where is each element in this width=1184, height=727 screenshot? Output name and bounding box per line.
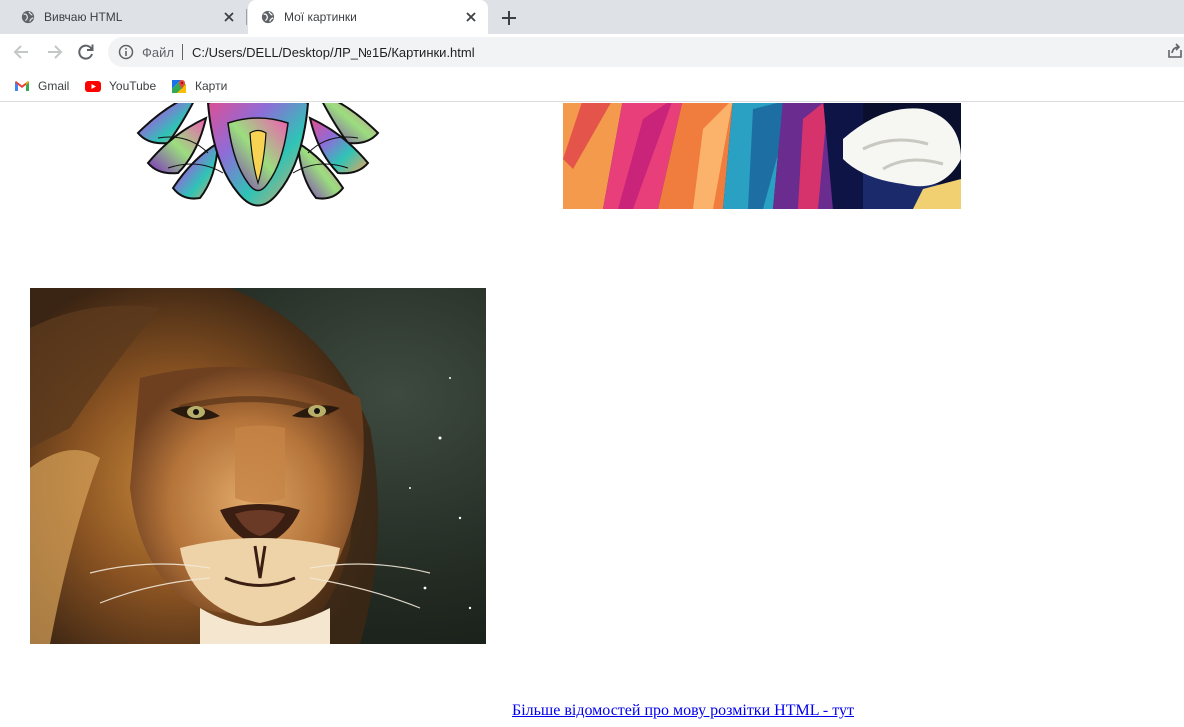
forward-arrow-icon[interactable] xyxy=(44,42,64,62)
bookmark-label: Карти xyxy=(195,79,228,93)
tab-title: Мої картинки xyxy=(284,10,357,24)
address-bar[interactable]: Файл C:/Users/DELL/Desktop/ЛР_№1Б/Картин… xyxy=(108,37,1184,67)
bookmark-label: YouTube xyxy=(109,79,157,93)
url-text[interactable]: C:/Users/DELL/Desktop/ЛР_№1Б/Картинки.ht… xyxy=(192,45,475,60)
close-icon[interactable] xyxy=(462,8,480,26)
back-arrow-icon[interactable] xyxy=(12,42,32,62)
page-content: Більше відомостей про мову розмітки HTML… xyxy=(0,103,1184,727)
maps-icon xyxy=(172,80,186,93)
gmail-icon xyxy=(15,81,29,91)
new-tab-plus-icon[interactable] xyxy=(498,7,520,29)
tab-vyvchayu-html[interactable]: Вивчаю HTML xyxy=(8,0,246,34)
bookmark-youtube[interactable]: YouTube xyxy=(85,77,156,95)
mandala-lion-image xyxy=(136,103,380,207)
address-divider xyxy=(182,44,183,60)
bookmark-label: Gmail xyxy=(38,79,70,93)
browser-toolbar: Файл C:/Users/DELL/Desktop/ЛР_№1Б/Картин… xyxy=(0,34,1184,70)
tab-strip: Вивчаю HTML Мої картинки xyxy=(0,0,1184,34)
tab-title: Вивчаю HTML xyxy=(44,10,123,24)
realistic-lion-image xyxy=(30,288,486,644)
tab-moi-kartynky[interactable]: Мої картинки xyxy=(248,0,488,34)
info-icon[interactable] xyxy=(118,44,134,60)
globe-icon xyxy=(21,10,35,24)
share-icon[interactable] xyxy=(1166,42,1184,60)
bookmarks-bar: Gmail YouTube Карти xyxy=(0,70,1184,102)
tab-divider xyxy=(246,9,247,25)
bookmark-maps[interactable]: Карти xyxy=(171,77,227,95)
close-icon[interactable] xyxy=(220,8,238,26)
bookmark-gmail[interactable]: Gmail xyxy=(14,77,69,95)
youtube-icon xyxy=(85,81,101,92)
popart-lion-image xyxy=(563,103,961,209)
globe-icon xyxy=(261,10,275,24)
scheme-label: Файл xyxy=(142,45,174,60)
more-info-html-link[interactable]: Більше відомостей про мову розмітки HTML… xyxy=(512,702,854,720)
reload-icon[interactable] xyxy=(76,42,96,62)
